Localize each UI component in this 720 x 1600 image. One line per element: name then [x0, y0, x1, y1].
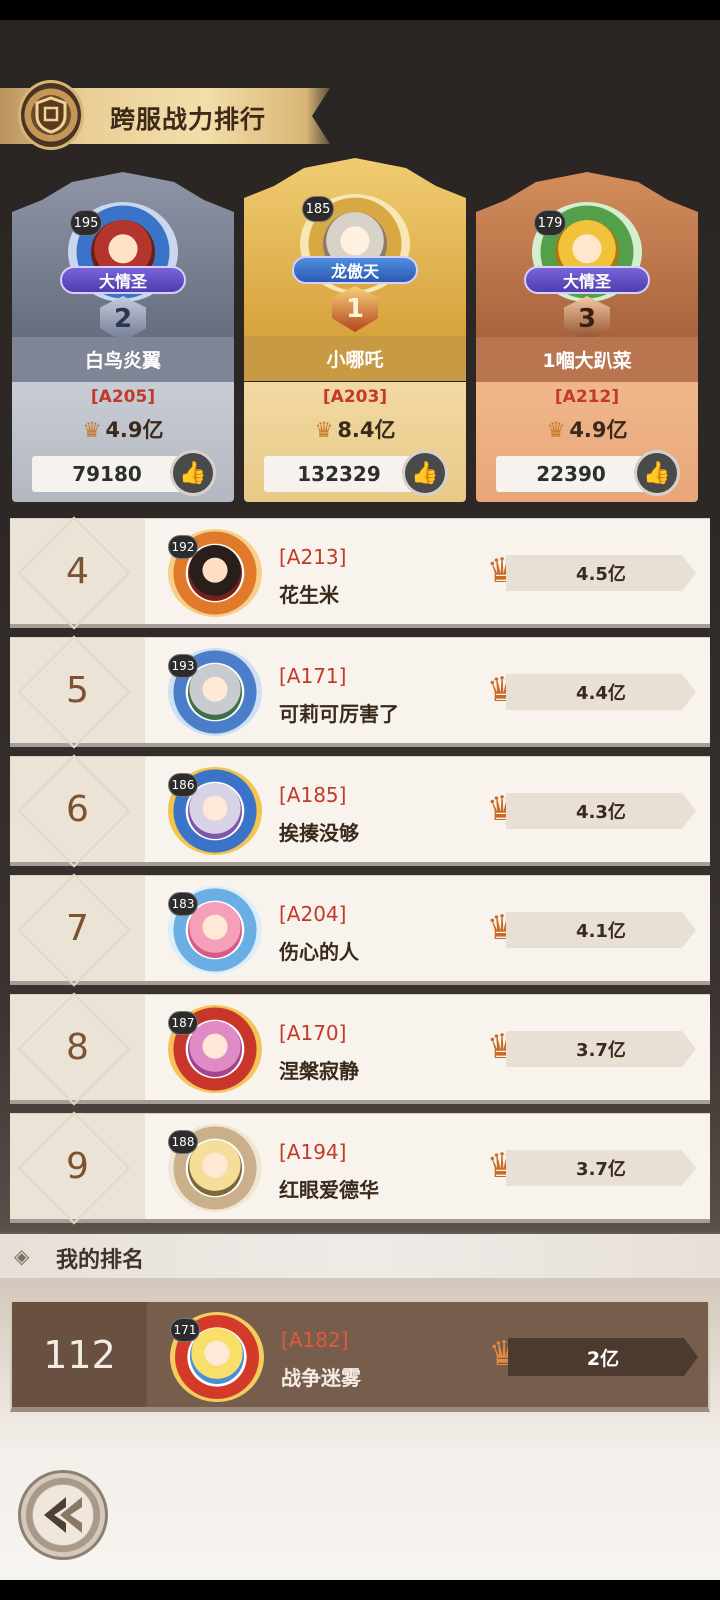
avatar: 171	[170, 1312, 264, 1402]
level-badge: 195	[70, 210, 102, 236]
server-id: [A194]	[279, 1140, 347, 1164]
rank-number: 9	[66, 1146, 89, 1187]
table-row[interactable]: 9 188 [A194] 红眼爱德华 ♛ 3.7亿	[10, 1111, 710, 1225]
table-row[interactable]: 4 192 [A213] 花生米 ♛ 4.5亿	[10, 516, 710, 630]
avatar: 193	[168, 648, 262, 736]
table-row[interactable]: 8 187 [A170] 涅槃寂静 ♛ 3.7亿	[10, 992, 710, 1106]
back-button[interactable]	[18, 1470, 108, 1560]
power-value: 3.7亿	[506, 1150, 696, 1186]
level-badge: 188	[168, 1130, 198, 1154]
player-name: 战争迷雾	[281, 1366, 361, 1390]
podium-card-rank-1[interactable]: 185 龙傲天 1 小哪吒 [A203] ♛ 8.4亿 132329 👍	[244, 158, 466, 502]
podium-card-rank-2[interactable]: 195 大情圣 2 白鸟炎翼 [A205] ♛ 4.9亿 79180 👍	[12, 172, 234, 502]
avatar: 192	[168, 529, 262, 617]
rank-number: 8	[66, 1027, 89, 1068]
rank-number: 112	[12, 1302, 147, 1407]
server-id: [A185]	[279, 783, 347, 807]
diamond-icon: ◈	[14, 1244, 30, 1268]
server-id: [A203]	[322, 387, 388, 407]
thumbs-up-icon[interactable]: 👍	[634, 450, 680, 496]
like-count: 132329	[264, 456, 414, 492]
level-badge: 186	[168, 773, 198, 797]
avatar: 188	[168, 1124, 262, 1212]
player-name: 小哪吒	[244, 336, 466, 381]
power-crest-icon: ♛	[546, 418, 566, 442]
player-name: 涅槃寂静	[279, 1059, 359, 1083]
my-rank-label: 我的排名	[56, 1248, 145, 1273]
server-id: [A212]	[554, 387, 620, 407]
power-value: 4.5亿	[506, 555, 696, 591]
player-name: 红眼爱德华	[279, 1178, 379, 1202]
thumbs-up-icon[interactable]: 👍	[170, 450, 216, 496]
navigation-bar	[0, 1580, 720, 1600]
back-arrow-icon	[44, 1497, 82, 1533]
rank-number: 4	[66, 551, 89, 592]
player-name: 挨揍没够	[279, 821, 359, 845]
rank-number: 7	[66, 908, 89, 949]
avatar: 183	[168, 886, 262, 974]
server-id: [A204]	[279, 902, 347, 926]
like-count: 22390	[496, 456, 646, 492]
level-badge: 193	[168, 654, 198, 678]
server-id: [A205]	[90, 387, 156, 407]
table-row[interactable]: 6 186 [A185] 挨揍没够 ♛ 4.3亿	[10, 754, 710, 868]
rank-number: 6	[66, 789, 89, 830]
power-value: 2亿	[508, 1338, 698, 1376]
power-value: 4.1亿	[506, 912, 696, 948]
level-badge: 187	[168, 1011, 198, 1035]
player-name: 伤心的人	[279, 940, 359, 964]
player-name: 花生米	[279, 583, 339, 607]
power-crest-icon: ♛	[82, 418, 102, 442]
server-id: [A171]	[279, 664, 347, 688]
player-name: 1嗰大趴菜	[476, 337, 698, 382]
power-value: 4.9亿	[569, 418, 628, 442]
podium-card-rank-3[interactable]: 179 大情圣 3 1嗰大趴菜 [A212] ♛ 4.9亿 22390 👍	[476, 172, 698, 502]
level-badge: 179	[534, 210, 566, 236]
my-rank-row[interactable]: 112 171 [A182] 战争迷雾 ♛ 2亿	[10, 1300, 710, 1412]
power-value: 3.7亿	[506, 1031, 696, 1067]
avatar: 187	[168, 1005, 262, 1093]
title-tag: 龙傲天	[292, 256, 418, 284]
page-title: 跨服战力排行	[110, 105, 267, 134]
like-count: 79180	[32, 456, 182, 492]
thumbs-up-icon[interactable]: 👍	[402, 450, 448, 496]
power-crest-icon: ♛	[314, 418, 334, 442]
shield-emblem-icon	[18, 80, 84, 150]
power-value: 8.4亿	[337, 418, 396, 442]
my-rank-header: ◈ 我的排名	[0, 1234, 720, 1278]
power-value: 4.4亿	[506, 674, 696, 710]
table-row[interactable]: 5 193 [A171] 可莉可厉害了 ♛ 4.4亿	[10, 635, 710, 749]
power-value: 4.3亿	[506, 793, 696, 829]
level-badge: 185	[302, 196, 334, 222]
player-name: 可莉可厉害了	[279, 702, 399, 726]
avatar: 186	[168, 767, 262, 855]
rank-number: 5	[66, 670, 89, 711]
level-badge: 192	[168, 535, 198, 559]
server-id: [A213]	[279, 545, 347, 569]
level-badge: 183	[168, 892, 198, 916]
server-id: [A170]	[279, 1021, 347, 1045]
server-id: [A182]	[281, 1328, 349, 1352]
table-row[interactable]: 7 183 [A204] 伤心的人 ♛ 4.1亿	[10, 873, 710, 987]
title-tag: 大情圣	[60, 266, 186, 294]
title-tag: 大情圣	[524, 266, 650, 294]
status-bar	[0, 0, 720, 20]
level-badge: 171	[170, 1318, 200, 1342]
player-name: 白鸟炎翼	[12, 337, 234, 382]
power-value: 4.9亿	[105, 418, 164, 442]
